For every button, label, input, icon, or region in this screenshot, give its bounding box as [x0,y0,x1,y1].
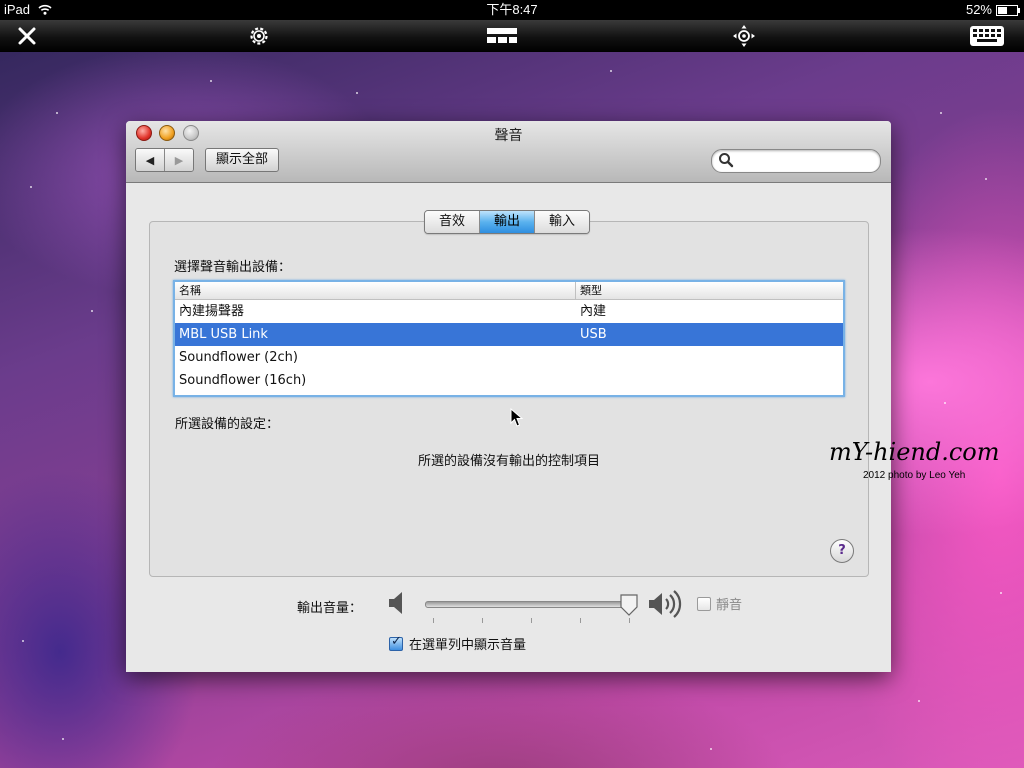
forward-button[interactable]: ▶ [164,149,193,171]
speaker-high-icon [649,590,682,618]
sound-tabs: 音效 輸出 輸入 [424,210,591,234]
status-time: 下午8:47 [486,2,538,17]
mute-option[interactable]: 靜音 [697,594,742,613]
show-volume-option[interactable]: 在選單列中顯示音量 [389,634,526,653]
device-type-cell: 內建 [580,304,607,319]
sound-preferences-window: 聲音 ◀ ▶ 顯示全部 音效 輸出 輸入 選擇聲音輸出設備： 名稱 類型 內建揚… [126,121,891,672]
battery-icon [996,4,1020,16]
tab-sound-effects[interactable]: 音效 [425,211,480,233]
no-controls-message: 所選的設備沒有輸出的控制項目 [417,454,600,469]
output-panel: 選擇聲音輸出設備： 名稱 類型 內建揚聲器 內建 MBL USB Link US… [149,221,869,577]
column-header-name[interactable]: 名稱 [175,282,576,299]
device-settings-label: 所選設備的設定： [175,417,280,432]
mute-label: 靜音 [716,598,743,613]
table-row[interactable]: MBL USB Link USB [175,323,843,346]
mute-checkbox[interactable] [697,596,711,611]
column-header-type[interactable]: 類型 [576,282,843,299]
output-device-table[interactable]: 名稱 類型 內建揚聲器 內建 MBL USB Link USB Soundflo… [173,280,845,397]
battery-percent: 52% [965,2,992,17]
show-volume-checkbox[interactable] [389,634,403,651]
watermark-credit: 2012 photo by Leo Yeh [863,470,966,481]
show-volume-label: 在選單列中顯示音量 [409,638,527,653]
watermark: mY-hiend.com 2012 photo by Leo Yeh [829,438,1000,481]
speaker-low-icon [389,592,402,614]
table-row[interactable]: 內建揚聲器 內建 [175,300,843,323]
device-name-cell: Soundflower (16ch) [179,373,307,388]
window-title: 聲音 [494,128,523,144]
tab-input[interactable]: 輸入 [534,211,590,233]
status-right: 52% [965,0,1020,20]
tab-output[interactable]: 輸出 [479,211,535,233]
table-row[interactable]: Soundflower (16ch) [175,369,843,392]
close-icon[interactable] [14,22,40,50]
keyboard-icon[interactable] [968,22,1006,50]
device-type-cell [576,346,843,369]
device-type-cell: USB [580,327,607,342]
search-field[interactable] [711,149,881,173]
remote-toolbar [0,20,1024,52]
move-icon[interactable] [731,22,757,50]
device-name-cell: 內建揚聲器 [179,304,245,319]
output-volume-label: 輸出音量： [297,601,363,616]
back-forward-buttons: ◀ ▶ [135,148,194,172]
gear-icon[interactable] [246,22,272,50]
choose-device-label: 選擇聲音輸出設備： [174,260,292,275]
ipad-status-bar: iPad 下午8:47 52% [0,0,1024,20]
volume-slider[interactable] [425,601,633,608]
table-header: 名稱 類型 [175,282,843,300]
back-button[interactable]: ◀ [136,149,164,171]
device-type-cell [576,369,843,392]
window-titlebar: 聲音 ◀ ▶ 顯示全部 [126,121,891,183]
volume-slider-thumb[interactable] [620,594,638,616]
search-icon [719,153,734,168]
watermark-site: mY-hiend.com [829,438,1000,466]
mouse-cursor-icon [510,408,524,427]
device-name-cell: Soundflower (2ch) [179,350,298,365]
device-name-cell: MBL USB Link [179,327,268,342]
help-button[interactable]: ? [830,539,854,563]
table-row[interactable]: Soundflower (2ch) [175,346,843,369]
screen-layout-icon[interactable] [484,22,520,50]
show-all-button[interactable]: 顯示全部 [205,148,280,172]
